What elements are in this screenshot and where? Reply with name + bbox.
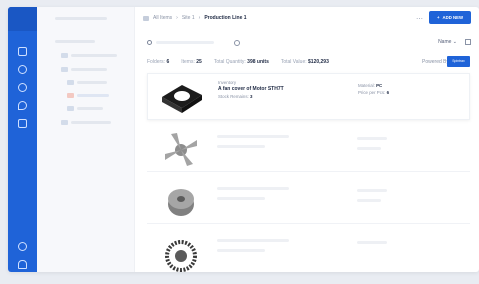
item-specs: Material: PC Price per Pcs: 6 [358, 83, 389, 95]
item-material: Material: PC [358, 83, 383, 88]
calendar-icon[interactable] [18, 119, 27, 128]
gear-image [165, 240, 197, 272]
search-bar[interactable] [147, 37, 245, 48]
tree-item[interactable] [67, 105, 103, 111]
item-detail-placeholder [217, 197, 265, 200]
item-spec-placeholder [357, 147, 381, 150]
rail-header [8, 7, 37, 31]
help-icon[interactable] [18, 242, 27, 251]
sort-dropdown[interactable]: Name ⌄ [438, 39, 457, 45]
plus-icon: + [436, 15, 440, 20]
tree-header [55, 15, 107, 21]
item-name[interactable]: A fan cover of Motor STH7T [218, 86, 284, 92]
item-name-placeholder [217, 239, 289, 242]
pulley-image [168, 189, 194, 216]
filter-icon[interactable] [234, 39, 240, 46]
folder-icon [61, 52, 68, 58]
stat-quantity: Total Quantity: 398 units [213, 59, 269, 65]
stat-items: Items: 25 [181, 59, 202, 65]
item-card[interactable] [147, 177, 470, 224]
item-stock: Stock Remains: 3 [218, 94, 253, 99]
folder-icon [67, 105, 74, 111]
breadcrumb-current: Production Line 1 [204, 15, 247, 21]
item-category: Inventory [218, 80, 237, 85]
item-details: Inventory A fan cover of Motor STH7T Sto… [218, 80, 284, 99]
tree-item[interactable] [67, 79, 107, 85]
package-icon[interactable] [18, 65, 27, 74]
item-price: Price per Pcs: 6 [358, 90, 390, 95]
add-new-button[interactable]: + ADD NEW [429, 11, 471, 24]
breadcrumb-item[interactable]: All Items [153, 15, 172, 21]
brand-logo: Spintrax [447, 56, 470, 67]
folder-icon [61, 66, 68, 72]
tree-item-selected[interactable] [67, 92, 109, 98]
search-input[interactable] [156, 41, 214, 44]
folder-icon [67, 92, 74, 98]
home-icon[interactable] [18, 47, 27, 56]
more-options-icon[interactable]: ⋯ [416, 15, 423, 23]
tree-item[interactable] [61, 66, 107, 72]
app-window: All Items › Site 1 › Production Line 1 ⋯… [8, 7, 479, 272]
item-name-placeholder [217, 135, 289, 138]
grid-view-icon[interactable] [465, 39, 471, 45]
tag-icon[interactable] [18, 101, 27, 110]
powered-by-label: Powered By [422, 59, 449, 65]
search-icon[interactable] [18, 83, 27, 92]
folder-icon [61, 119, 68, 125]
item-detail-placeholder [217, 249, 265, 252]
tree-item[interactable] [55, 38, 95, 44]
stat-value: Total Value: $120,293 [280, 59, 329, 65]
item-spec-placeholder [357, 189, 387, 192]
breadcrumb: All Items › Site 1 › Production Line 1 [135, 7, 479, 29]
item-spec-placeholder [357, 137, 387, 140]
item-detail-placeholder [217, 145, 265, 148]
stat-folders: Folders: 6 [147, 59, 170, 65]
folder-icon [143, 15, 149, 21]
fan-impeller-image [165, 133, 197, 166]
sidebar-rail [8, 7, 37, 272]
search-icon [147, 40, 152, 45]
fan-cover-image [162, 85, 202, 113]
item-card[interactable] [147, 125, 470, 172]
item-name-placeholder [217, 187, 289, 190]
tree-item[interactable] [61, 52, 117, 58]
item-card[interactable]: Inventory A fan cover of Motor STH7T Sto… [147, 73, 470, 120]
item-card[interactable] [147, 229, 470, 272]
folder-icon [67, 79, 74, 85]
folder-tree [37, 7, 135, 272]
tree-item[interactable] [61, 119, 111, 125]
item-spec-placeholder [357, 241, 387, 244]
breadcrumb-item[interactable]: Site 1 [182, 15, 195, 21]
bell-icon[interactable] [18, 260, 27, 269]
item-spec-placeholder [357, 199, 381, 202]
summary-stats: Folders: 6 Items: 25 Total Quantity: 398… [147, 59, 329, 65]
